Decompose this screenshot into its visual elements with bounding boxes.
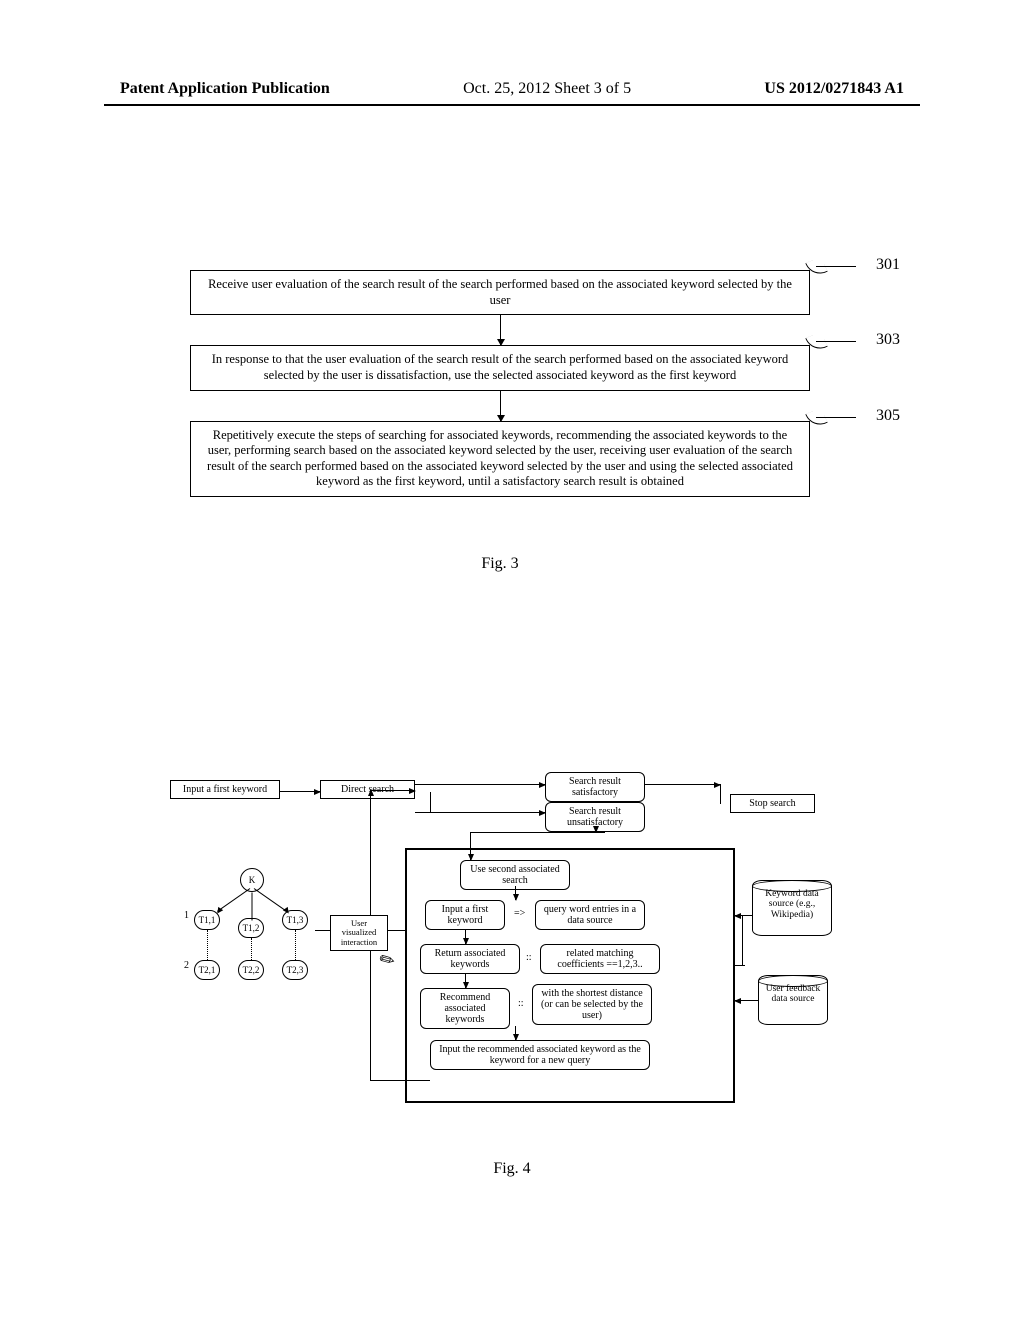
box-recommend: Recommend associated keywords <box>420 988 510 1029</box>
arrow-use-down <box>515 886 516 900</box>
flow-arrow-2 <box>500 391 501 421</box>
tree-root-k: K <box>240 868 264 892</box>
tree-node-t23: T2,3 <box>282 960 308 980</box>
box-query-entries: query word entries in a data source <box>535 900 645 930</box>
step-label-303: 303 <box>876 331 900 349</box>
step-box-301: Receive user evaluation of the search re… <box>190 270 810 315</box>
tree-edge-2 <box>252 893 253 921</box>
step-label-305: 305 <box>876 407 900 425</box>
arrow-q-down2 <box>465 974 466 988</box>
arrow-implies-icon: => <box>514 908 525 919</box>
tree-dot-1 <box>207 930 208 960</box>
cylinder-user-feedback: User feedback data source <box>758 975 828 1025</box>
conn-into-frame <box>470 832 471 860</box>
tree-node-t12: T1,2 <box>238 918 264 938</box>
tree-node-t21: T2,1 <box>194 960 220 980</box>
figure-4: Input a first keyword Direct search Sear… <box>170 770 850 1150</box>
loop-back-h-top <box>370 790 415 791</box>
conn-unsat-up <box>595 826 596 832</box>
leader-305 <box>816 417 856 418</box>
step-label-301: 301 <box>876 256 900 274</box>
box-input-first-2: Input a first keyword <box>425 900 505 930</box>
arrow-stop-v <box>720 784 721 804</box>
arrow-to-stop <box>645 784 720 785</box>
conn-viz-right <box>388 930 405 931</box>
box-user-visualized: User visualized interaction <box>330 915 388 951</box>
arrow-q-down3 <box>515 1026 516 1040</box>
box-related-matching: related matching coefficients ==1,2,3.. <box>540 944 660 974</box>
conn-direct-down <box>430 792 431 812</box>
cylinder-keyword-datasource: Keyword data source (e.g., Wikipedia) <box>752 880 832 936</box>
tree-edge-1 <box>217 888 250 912</box>
step-box-303: In response to that the user evaluation … <box>190 345 810 390</box>
leader-303 <box>816 341 856 342</box>
page-header: Patent Application Publication Oct. 25, … <box>0 80 1024 98</box>
arrow-to-unsatisfactory <box>415 812 545 813</box>
conn-unsat-h <box>470 832 605 833</box>
conn-ds-h2 <box>735 965 745 966</box>
leader-301 <box>816 266 856 267</box>
tree-edge-3 <box>254 888 287 912</box>
tree-node-t22: T2,2 <box>238 960 264 980</box>
arrow-q-down1 <box>465 930 466 944</box>
tree-level-1: 1 <box>184 910 189 921</box>
header-center: Oct. 25, 2012 Sheet 3 of 5 <box>463 80 631 98</box>
conn-ds-v <box>742 915 743 965</box>
box-input-first-keyword: Input a first keyword <box>170 780 280 799</box>
header-rule <box>104 104 920 106</box>
box-shortest-distance: with the shortest distance (or can be se… <box>532 984 652 1025</box>
colon-2: :: <box>518 998 524 1009</box>
colon-1: :: <box>526 952 532 963</box>
conn-ds-feedback <box>735 1000 758 1001</box>
pen-icon: ✎ <box>376 948 400 974</box>
arrow-to-direct-search <box>280 791 320 792</box>
figure-3: 301 Receive user evaluation of the searc… <box>190 270 810 573</box>
header-right: US 2012/0271843 A1 <box>764 80 904 98</box>
box-return-associated: Return associated keywords <box>420 944 520 974</box>
box-input-recommended: Input the recommended associated keyword… <box>430 1040 650 1070</box>
box-result-satisfactory: Search result satisfactory <box>545 772 645 802</box>
box-stop-search: Stop search <box>730 794 815 813</box>
tree-dot-2 <box>251 938 252 960</box>
tree-dot-3 <box>295 930 296 960</box>
arrow-to-satisfactory <box>415 784 545 785</box>
figure-4-caption: Fig. 4 <box>0 1160 1024 1178</box>
header-left: Patent Application Publication <box>120 80 330 98</box>
figure-3-caption: Fig. 3 <box>190 555 810 573</box>
step-box-305: Repetitively execute the steps of search… <box>190 421 810 498</box>
loop-back-h-bottom <box>370 1080 430 1081</box>
tree-level-2: 2 <box>184 960 189 971</box>
conn-viz-left <box>315 930 330 931</box>
conn-ds-keyword <box>735 915 752 916</box>
flow-arrow-1 <box>500 315 501 345</box>
